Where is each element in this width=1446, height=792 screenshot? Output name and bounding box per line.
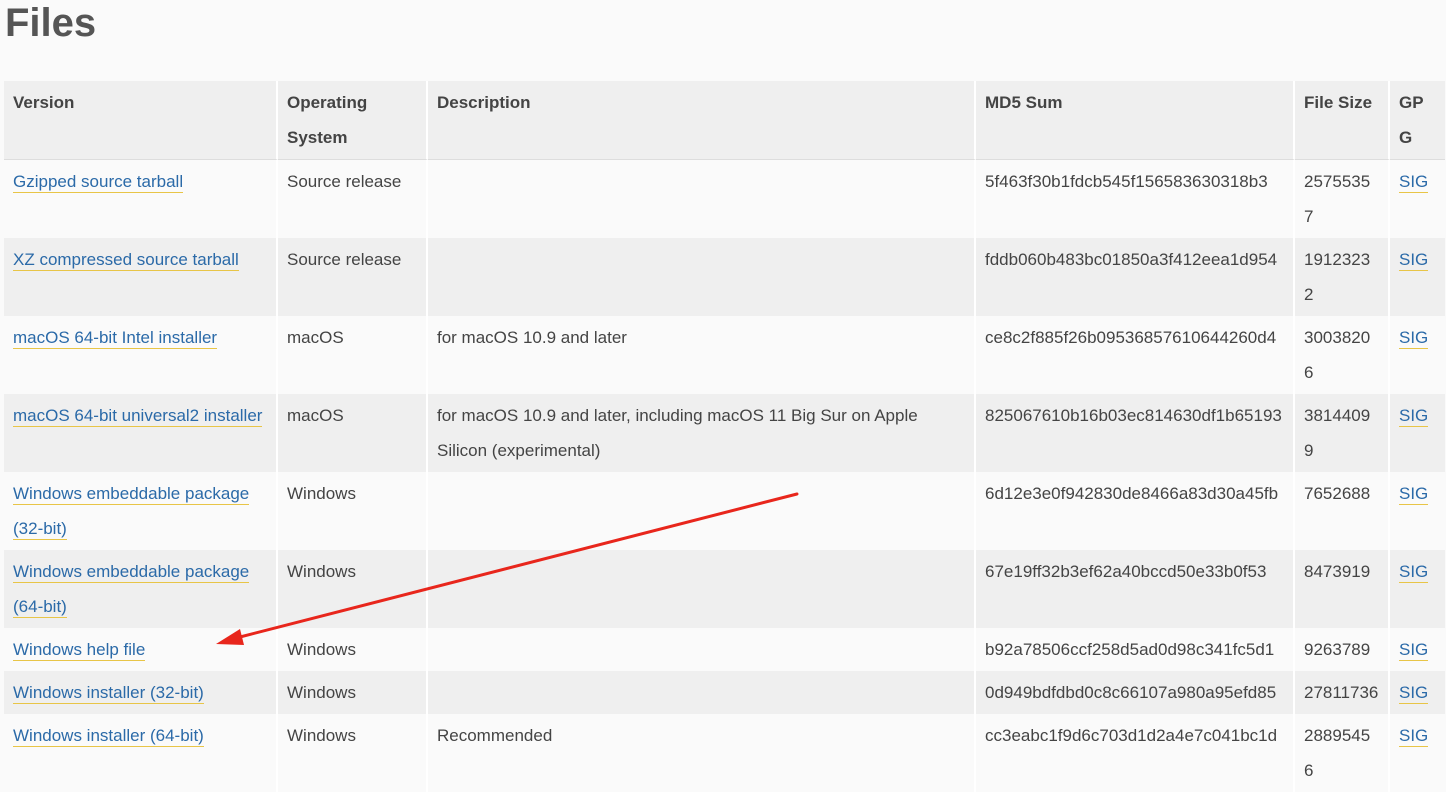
sig-link[interactable]: SIG xyxy=(1399,726,1429,747)
md5-cell: 67e19ff32b3ef62a40bccd50e33b0f53 xyxy=(976,550,1295,628)
sig-link[interactable]: SIG xyxy=(1399,328,1429,349)
os-cell: Source release xyxy=(278,160,428,238)
page-title: Files xyxy=(5,1,97,45)
table-row: Gzipped source tarball Source release 5f… xyxy=(4,160,1445,238)
os-cell: macOS xyxy=(278,394,428,472)
sig-link[interactable]: SIG xyxy=(1399,250,1429,271)
size-cell: 7652688 xyxy=(1295,472,1390,550)
description-cell: for macOS 10.9 and later, including macO… xyxy=(428,394,976,472)
md5-cell: ce8c2f885f26b09536857610644260d4 xyxy=(976,316,1295,394)
size-cell: 38144099 xyxy=(1295,394,1390,472)
description-cell xyxy=(428,671,976,714)
description-cell xyxy=(428,628,976,671)
os-cell: Windows xyxy=(278,628,428,671)
size-cell: 25755357 xyxy=(1295,160,1390,238)
os-cell: Windows xyxy=(278,550,428,628)
column-header-os: Operating System xyxy=(278,81,428,160)
download-link[interactable]: Windows embeddable package (64-bit) xyxy=(13,562,250,618)
size-cell: 8473919 xyxy=(1295,550,1390,628)
md5-cell: b92a78506ccf258d5ad0d98c341fc5d1 xyxy=(976,628,1295,671)
table-row: Windows help file Windows b92a78506ccf25… xyxy=(4,628,1445,671)
md5-cell: 5f463f30b1fdcb545f156583630318b3 xyxy=(976,160,1295,238)
size-cell: 30038206 xyxy=(1295,316,1390,394)
table-row: macOS 64-bit universal2 installer macOS … xyxy=(4,394,1445,472)
sig-link[interactable]: SIG xyxy=(1399,484,1429,505)
description-cell xyxy=(428,472,976,550)
description-cell xyxy=(428,550,976,628)
download-link[interactable]: macOS 64-bit Intel installer xyxy=(13,328,218,349)
md5-cell: 0d949bdfdbd0c8c66107a980a95efd85 xyxy=(976,671,1295,714)
size-cell: 9263789 xyxy=(1295,628,1390,671)
size-cell: 19123232 xyxy=(1295,238,1390,316)
md5-cell: 825067610b16b03ec814630df1b65193 xyxy=(976,394,1295,472)
table-row: XZ compressed source tarball Source rele… xyxy=(4,238,1445,316)
download-link[interactable]: XZ compressed source tarball xyxy=(13,250,239,271)
column-header-version: Version xyxy=(4,81,278,160)
column-header-gpg: GPG xyxy=(1390,81,1445,160)
download-link[interactable]: Windows installer (64-bit) xyxy=(13,726,204,747)
column-header-md5: MD5 Sum xyxy=(976,81,1295,160)
description-cell: Recommended xyxy=(428,714,976,792)
download-link[interactable]: macOS 64-bit universal2 installer xyxy=(13,406,263,427)
files-table: Version Operating System Description MD5… xyxy=(4,81,1445,792)
md5-cell: fddb060b483bc01850a3f412eea1d954 xyxy=(976,238,1295,316)
sig-link[interactable]: SIG xyxy=(1399,562,1429,583)
sig-link[interactable]: SIG xyxy=(1399,406,1429,427)
os-cell: Source release xyxy=(278,238,428,316)
sig-link[interactable]: SIG xyxy=(1399,172,1429,193)
table-header-row: Version Operating System Description MD5… xyxy=(4,81,1445,160)
os-cell: Windows xyxy=(278,472,428,550)
table-row: macOS 64-bit Intel installer macOS for m… xyxy=(4,316,1445,394)
os-cell: Windows xyxy=(278,671,428,714)
table-row: Windows embeddable package (32-bit) Wind… xyxy=(4,472,1445,550)
sig-link[interactable]: SIG xyxy=(1399,640,1429,661)
md5-cell: 6d12e3e0f942830de8466a83d30a45fb xyxy=(976,472,1295,550)
os-cell: Windows xyxy=(278,714,428,792)
download-link[interactable]: Windows embeddable package (32-bit) xyxy=(13,484,250,540)
description-cell xyxy=(428,160,976,238)
md5-cell: cc3eabc1f9d6c703d1d2a4e7c041bc1d xyxy=(976,714,1295,792)
table-row: Windows installer (32-bit) Windows 0d949… xyxy=(4,671,1445,714)
table-row: Windows embeddable package (64-bit) Wind… xyxy=(4,550,1445,628)
download-link[interactable]: Windows installer (32-bit) xyxy=(13,683,204,704)
column-header-file-size: File Size xyxy=(1295,81,1390,160)
download-link[interactable]: Gzipped source tarball xyxy=(13,172,184,193)
download-link[interactable]: Windows help file xyxy=(13,640,146,661)
size-cell: 27811736 xyxy=(1295,671,1390,714)
table-row: Windows installer (64-bit) Windows Recom… xyxy=(4,714,1445,792)
size-cell: 28895456 xyxy=(1295,714,1390,792)
os-cell: macOS xyxy=(278,316,428,394)
column-header-description: Description xyxy=(428,81,976,160)
description-cell xyxy=(428,238,976,316)
description-cell: for macOS 10.9 and later xyxy=(428,316,976,394)
sig-link[interactable]: SIG xyxy=(1399,683,1429,704)
